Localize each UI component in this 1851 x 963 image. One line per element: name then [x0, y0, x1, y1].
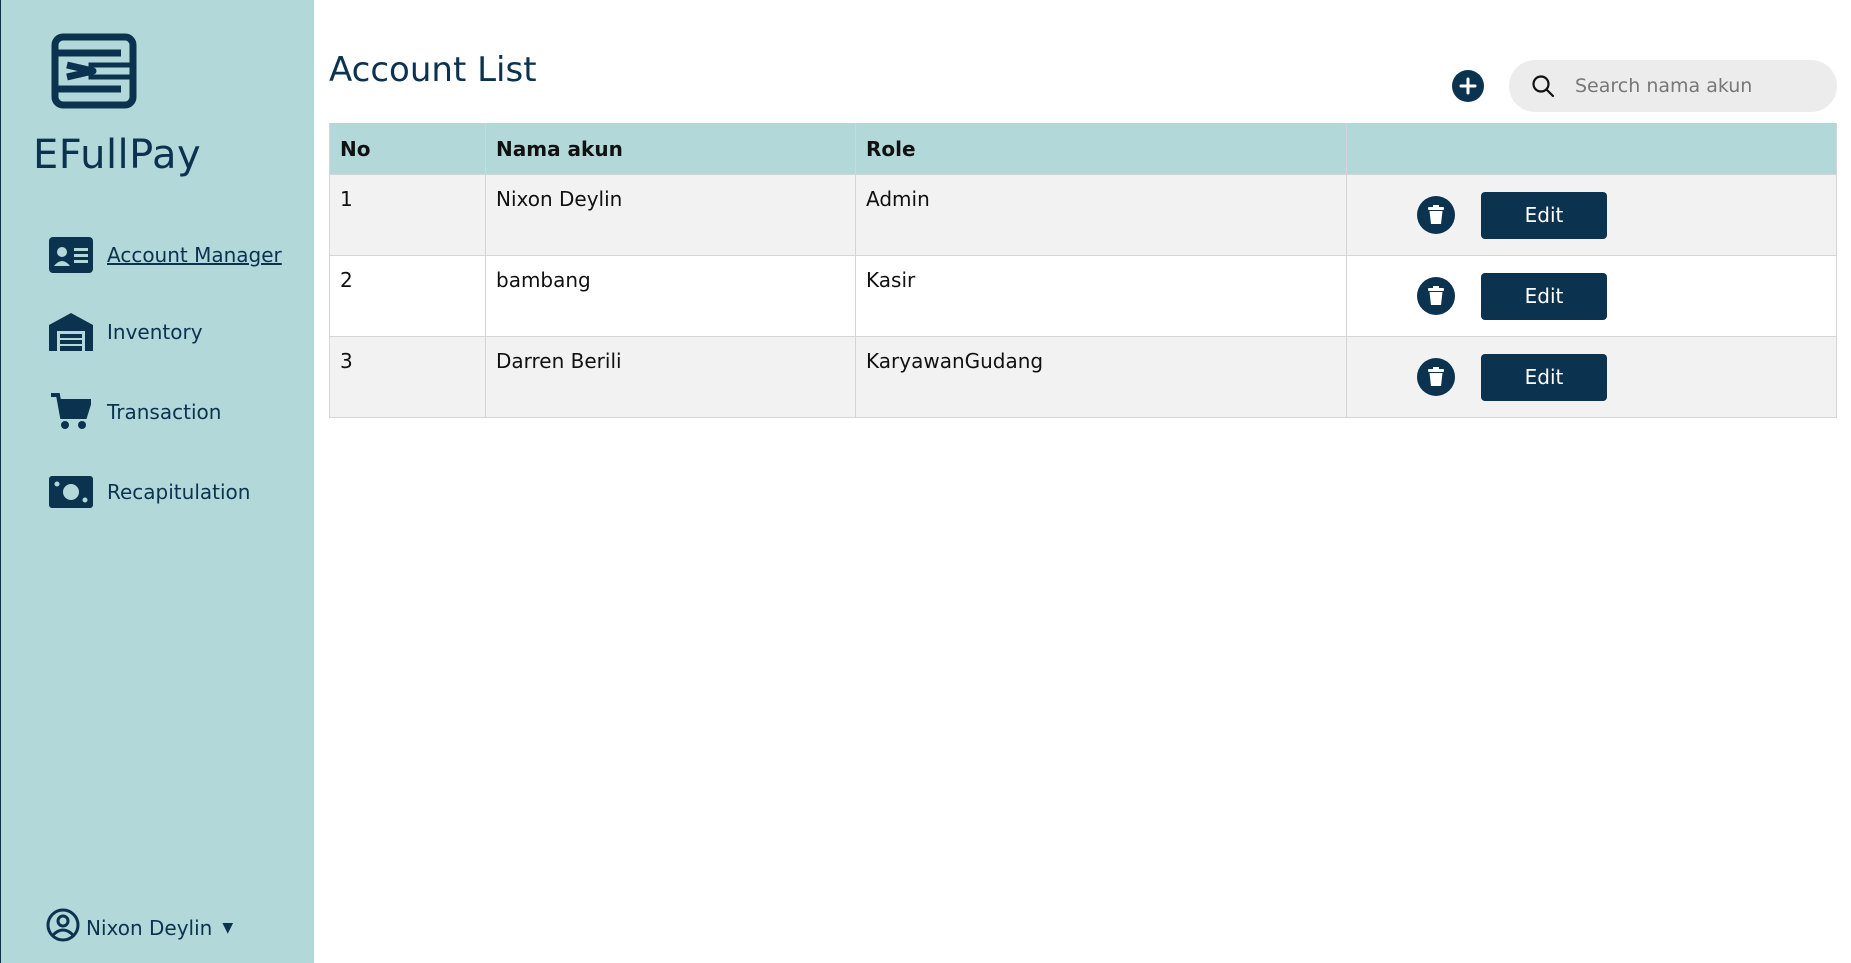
table-row: 3 Darren Berili KaryawanGudang Edit [329, 336, 1837, 418]
search-input[interactable] [1573, 74, 1817, 98]
sidebar-item-label: Transaction [107, 400, 222, 424]
cell-actions: Edit [1346, 255, 1837, 337]
account-table: No Nama akun Role 1 Nixon Deylin Admin E… [329, 123, 1837, 418]
sidebar: EFullPay Account Manager Inventory Trans… [0, 0, 314, 963]
sidebar-item-account-manager[interactable]: Account Manager [49, 235, 282, 275]
column-header-actions [1346, 123, 1837, 175]
table-header-row: No Nama akun Role [329, 123, 1837, 175]
cell-name: Darren Berili [485, 336, 856, 418]
cell-no: 3 [329, 336, 486, 418]
page-title: Account List [329, 50, 537, 90]
brand-name: EFullPay [33, 132, 202, 178]
edit-button[interactable]: Edit [1481, 272, 1607, 320]
add-account-button[interactable] [1452, 70, 1484, 102]
sidebar-item-transaction[interactable]: Transaction [49, 392, 221, 432]
caret-down-icon: ▼ [222, 919, 234, 936]
delete-button[interactable] [1417, 358, 1455, 396]
table-row: 1 Nixon Deylin Admin Edit [329, 174, 1837, 256]
sidebar-item-label: Account Manager [107, 243, 282, 267]
sidebar-item-label: Inventory [107, 320, 203, 344]
search-box[interactable] [1509, 60, 1837, 112]
cell-no: 1 [329, 174, 486, 256]
search-icon [1532, 75, 1555, 98]
cell-role: KaryawanGudang [855, 336, 1347, 418]
warehouse-icon [49, 312, 93, 352]
cell-role: Kasir [855, 255, 1347, 337]
delete-button[interactable] [1417, 196, 1455, 234]
user-circle-icon [46, 908, 80, 947]
cart-icon [49, 392, 93, 432]
sidebar-item-inventory[interactable]: Inventory [49, 312, 203, 352]
column-header-role: Role [855, 123, 1347, 175]
plus-icon [1459, 77, 1477, 95]
user-menu[interactable]: Nixon Deylin ▼ [46, 908, 233, 947]
logo-icon [51, 33, 137, 109]
cell-no: 2 [329, 255, 486, 337]
sidebar-item-label: Recapitulation [107, 480, 251, 504]
cell-name: bambang [485, 255, 856, 337]
trash-icon [1428, 367, 1444, 386]
app: EFullPay Account Manager Inventory Trans… [0, 0, 1851, 963]
edit-button[interactable]: Edit [1481, 191, 1607, 239]
cell-name: Nixon Deylin [485, 174, 856, 256]
edit-button[interactable]: Edit [1481, 353, 1607, 401]
sidebar-item-recapitulation[interactable]: Recapitulation [49, 472, 250, 512]
id-card-icon [49, 235, 93, 275]
cell-actions: Edit [1346, 174, 1837, 256]
delete-button[interactable] [1417, 277, 1455, 315]
money-bill-icon [49, 472, 93, 512]
table-row: 2 bambang Kasir Edit [329, 255, 1837, 337]
column-header-nama-akun: Nama akun [485, 123, 856, 175]
cell-actions: Edit [1346, 336, 1837, 418]
cell-role: Admin [855, 174, 1347, 256]
main-content: Account List No Nama akun Role 1 Nixon D… [314, 0, 1851, 963]
trash-icon [1428, 286, 1444, 305]
user-name: Nixon Deylin [86, 915, 213, 940]
column-header-no: No [329, 123, 486, 175]
trash-icon [1428, 205, 1444, 224]
